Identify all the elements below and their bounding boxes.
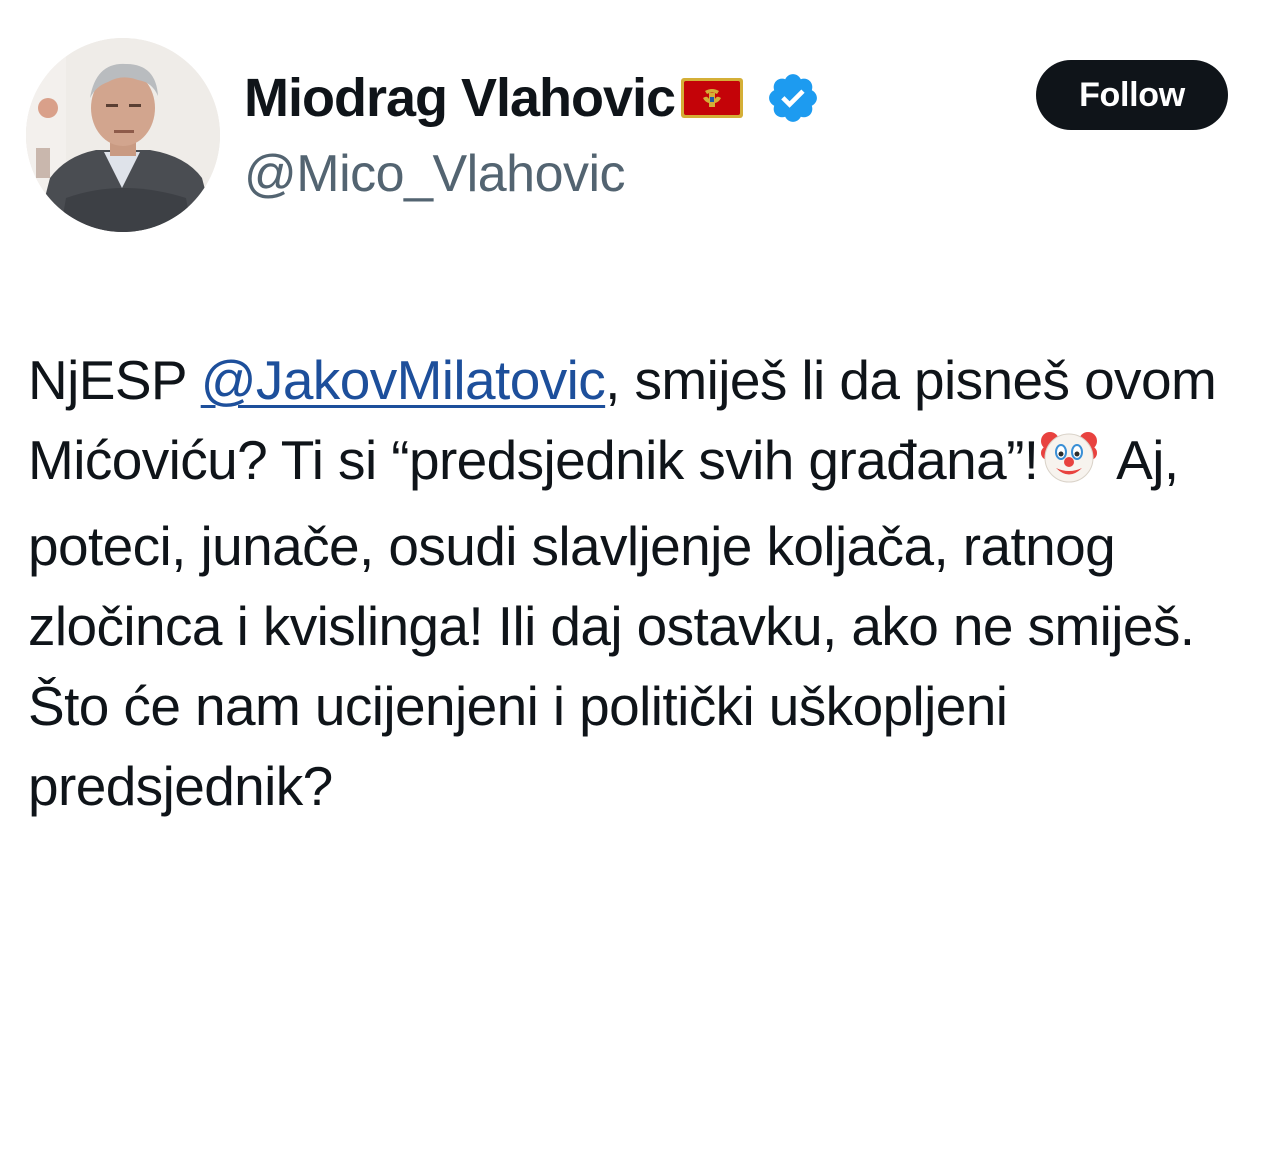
author-display-name[interactable]: Miodrag Vlahovic — [244, 71, 676, 125]
verified-badge-icon — [765, 70, 821, 131]
tweet-header: Miodrag Vlahovic @Mico_Vlahovic Follow — [0, 0, 1280, 260]
author-avatar[interactable] — [26, 38, 220, 232]
montenegro-flag-icon — [681, 77, 744, 123]
author-handle[interactable]: @Mico_Vlahovic — [244, 142, 626, 206]
tweet-text-part-1: NjESP — [28, 349, 201, 411]
mention-link[interactable]: @JakovMilatovic — [201, 349, 606, 411]
author-name-row[interactable]: Miodrag Vlahovic — [244, 58, 821, 138]
clown-face-emoji-icon — [1040, 426, 1098, 506]
tweet-body: NjESP @JakovMilatovic, smiješ li da pisn… — [28, 340, 1238, 826]
follow-button[interactable]: Follow — [1036, 60, 1228, 130]
avatar-photo — [26, 38, 220, 232]
